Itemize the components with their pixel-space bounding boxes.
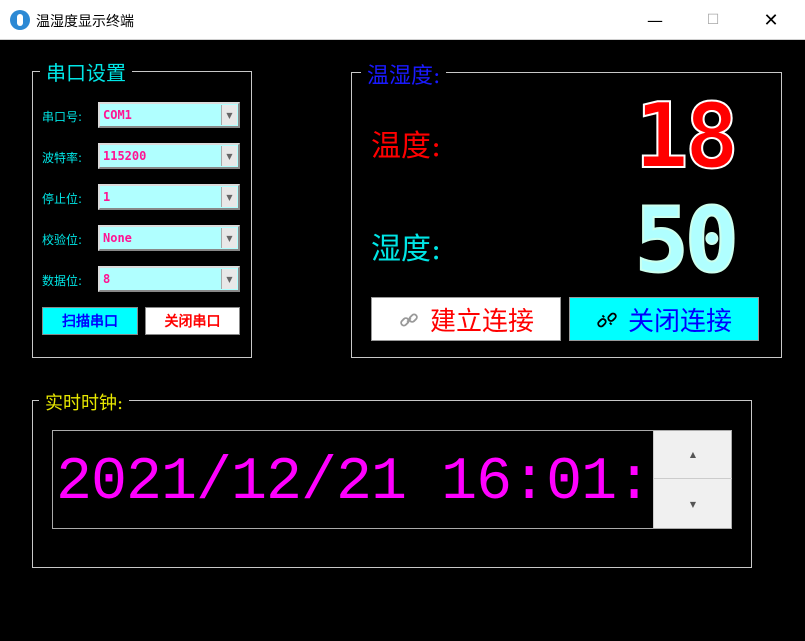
dropdown-arrow-icon[interactable]: ▼ (221, 187, 237, 207)
title-bar: 温湿度显示终端 — ☐ ✕ (0, 0, 805, 40)
port-label: 串口号: (42, 110, 83, 124)
dropdown-arrow-icon[interactable]: ▼ (221, 146, 237, 166)
parity-label: 校验位: (42, 233, 83, 247)
dropdown-arrow-icon[interactable]: ▼ (221, 269, 237, 289)
link-icon (398, 308, 420, 330)
connect-label: 建立连接 (429, 306, 534, 337)
parity-value: None (103, 231, 132, 245)
datetime-edit[interactable]: 2021/12/21 16:01:08 ▲ ▼ (52, 430, 732, 529)
temperature-value: 18 (634, 84, 740, 189)
stopbits-select[interactable]: 1 ▼ (98, 184, 240, 210)
databits-label: 数据位: (42, 274, 83, 288)
scan-port-button[interactable]: 扫描串口 (42, 307, 138, 335)
parity-select[interactable]: None ▼ (98, 225, 240, 251)
datetime-value: 2021/12/21 16:01:08 (56, 449, 722, 517)
disconnect-label: 关闭连接 (627, 306, 732, 337)
stopbits-value: 1 (103, 190, 111, 204)
maximize-button[interactable]: ☐ (684, 0, 742, 40)
caret-up-icon[interactable]: ▲ (654, 431, 732, 479)
minimize-button[interactable]: — (626, 0, 684, 40)
databits-select[interactable]: 8 ▼ (98, 266, 240, 292)
port-value: COM1 (103, 108, 132, 122)
th-group-title: 温湿度: (361, 58, 447, 90)
clock-group-title: 实时时钟: (39, 389, 130, 415)
port-select[interactable]: COM1 ▼ (98, 102, 240, 128)
baud-value: 115200 (103, 149, 147, 163)
dropdown-arrow-icon[interactable]: ▼ (221, 228, 237, 248)
humidity-value: 50 (634, 188, 740, 293)
caret-down-icon[interactable]: ▼ (654, 480, 732, 528)
close-port-button[interactable]: 关闭串口 (145, 307, 240, 335)
dropdown-arrow-icon[interactable]: ▼ (221, 105, 237, 125)
disconnect-button[interactable]: 关闭连接 (569, 297, 759, 341)
datetime-spinner: ▲ ▼ (653, 431, 732, 528)
close-button[interactable]: ✕ (742, 0, 800, 40)
unlink-icon (596, 308, 618, 330)
connect-button[interactable]: 建立连接 (371, 297, 561, 341)
temperature-label: 温度: (371, 129, 442, 164)
thermometer-icon (10, 10, 30, 30)
serial-group-title: 串口设置 (40, 57, 132, 86)
stopbits-label: 停止位: (42, 192, 83, 206)
humidity-label: 湿度: (371, 232, 442, 267)
window-title: 温湿度显示终端 (36, 14, 134, 30)
baud-label: 波特率: (42, 151, 83, 165)
baud-select[interactable]: 115200 ▼ (98, 143, 240, 169)
databits-value: 8 (103, 272, 111, 286)
